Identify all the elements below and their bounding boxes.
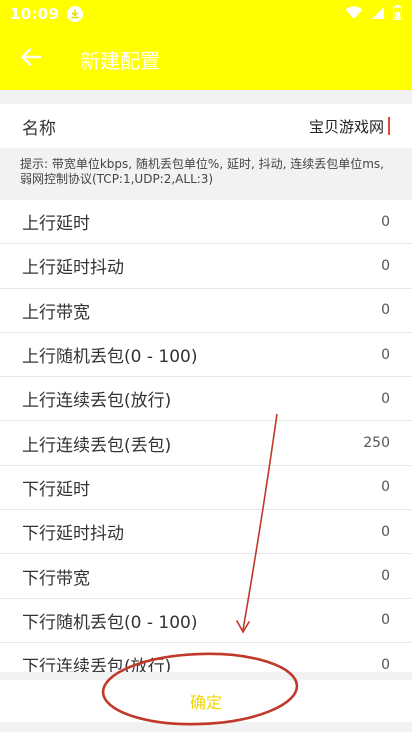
back-button[interactable] xyxy=(0,28,62,90)
row-downlink-delay[interactable]: 下行延时 0 xyxy=(0,465,412,511)
row-label: 下行带宽 xyxy=(22,568,90,589)
name-label: 名称 xyxy=(22,118,56,139)
row-value: 0 xyxy=(381,213,390,230)
row-value: 0 xyxy=(381,257,390,274)
wifi-icon xyxy=(345,5,363,24)
row-value: 0 xyxy=(381,568,390,585)
arrow-left-icon xyxy=(21,48,42,70)
row-label: 上行延时抖动 xyxy=(22,258,124,279)
row-value: 250 xyxy=(363,435,390,452)
row-label: 下行随机丢包(0 - 100) xyxy=(22,612,198,633)
row-label: 上行连续丢包(丢包) xyxy=(22,435,172,456)
name-row: 名称 xyxy=(0,104,412,148)
hint-text: 提示: 带宽单位kbps, 随机丢包单位%, 延时, 抖动, 连续丢包单位ms,… xyxy=(0,148,412,200)
status-time: 10:09 xyxy=(10,5,60,23)
row-value: 0 xyxy=(381,612,390,629)
row-label: 上行带宽 xyxy=(22,302,90,323)
row-uplink-jitter[interactable]: 上行延时抖动 0 xyxy=(0,244,412,289)
row-uplink-bandwidth[interactable]: 上行带宽 0 xyxy=(0,288,412,333)
status-bar: 10:09 xyxy=(0,0,412,28)
row-label: 下行连续丢包(放行) xyxy=(22,657,172,672)
battery-icon xyxy=(392,4,403,24)
signal-icon xyxy=(371,5,385,24)
row-label: 下行延时 xyxy=(22,479,90,500)
row-label: 上行随机丢包(0 - 100) xyxy=(22,347,198,368)
bottom-edge xyxy=(0,722,412,732)
row-uplink-burst-drop[interactable]: 上行连续丢包(丢包) 250 xyxy=(0,421,412,466)
row-label: 上行连续丢包(放行) xyxy=(22,391,172,412)
row-downlink-bandwidth[interactable]: 下行带宽 0 xyxy=(0,554,412,599)
app-bar: 新建配置 xyxy=(0,28,412,90)
name-input[interactable] xyxy=(170,117,390,135)
download-icon xyxy=(67,6,84,22)
row-downlink-random-loss[interactable]: 下行随机丢包(0 - 100) 0 xyxy=(0,598,412,643)
bottom-spacer xyxy=(0,672,412,680)
row-value: 0 xyxy=(381,390,390,407)
settings-list: 上行延时 0 上行延时抖动 0 上行带宽 0 上行随机丢包(0 - 100) 0… xyxy=(0,200,412,672)
row-label: 上行延时 xyxy=(22,214,90,235)
row-value: 0 xyxy=(381,523,390,540)
row-uplink-random-loss[interactable]: 上行随机丢包(0 - 100) 0 xyxy=(0,332,412,378)
status-icons xyxy=(345,4,403,24)
row-downlink-burst-pass[interactable]: 下行连续丢包(放行) 0 xyxy=(0,642,412,672)
row-value: 0 xyxy=(381,346,390,363)
page-title: 新建配置 xyxy=(80,48,160,73)
row-value: 0 xyxy=(381,302,390,319)
row-uplink-burst-pass[interactable]: 上行连续丢包(放行) 0 xyxy=(0,377,412,422)
top-spacer xyxy=(0,90,412,104)
screen: 10:09 新建配置 名称 宝贝游戏网 提示: 带宽单位kbps, 随机丢包单位… xyxy=(0,0,412,732)
row-uplink-delay[interactable]: 上行延时 0 xyxy=(0,200,412,245)
row-downlink-jitter[interactable]: 下行延时抖动 0 xyxy=(0,510,412,555)
confirm-button[interactable]: 确定 xyxy=(0,680,412,722)
row-value: 0 xyxy=(381,479,390,496)
row-label: 下行延时抖动 xyxy=(22,524,124,545)
row-value: 0 xyxy=(381,656,390,672)
